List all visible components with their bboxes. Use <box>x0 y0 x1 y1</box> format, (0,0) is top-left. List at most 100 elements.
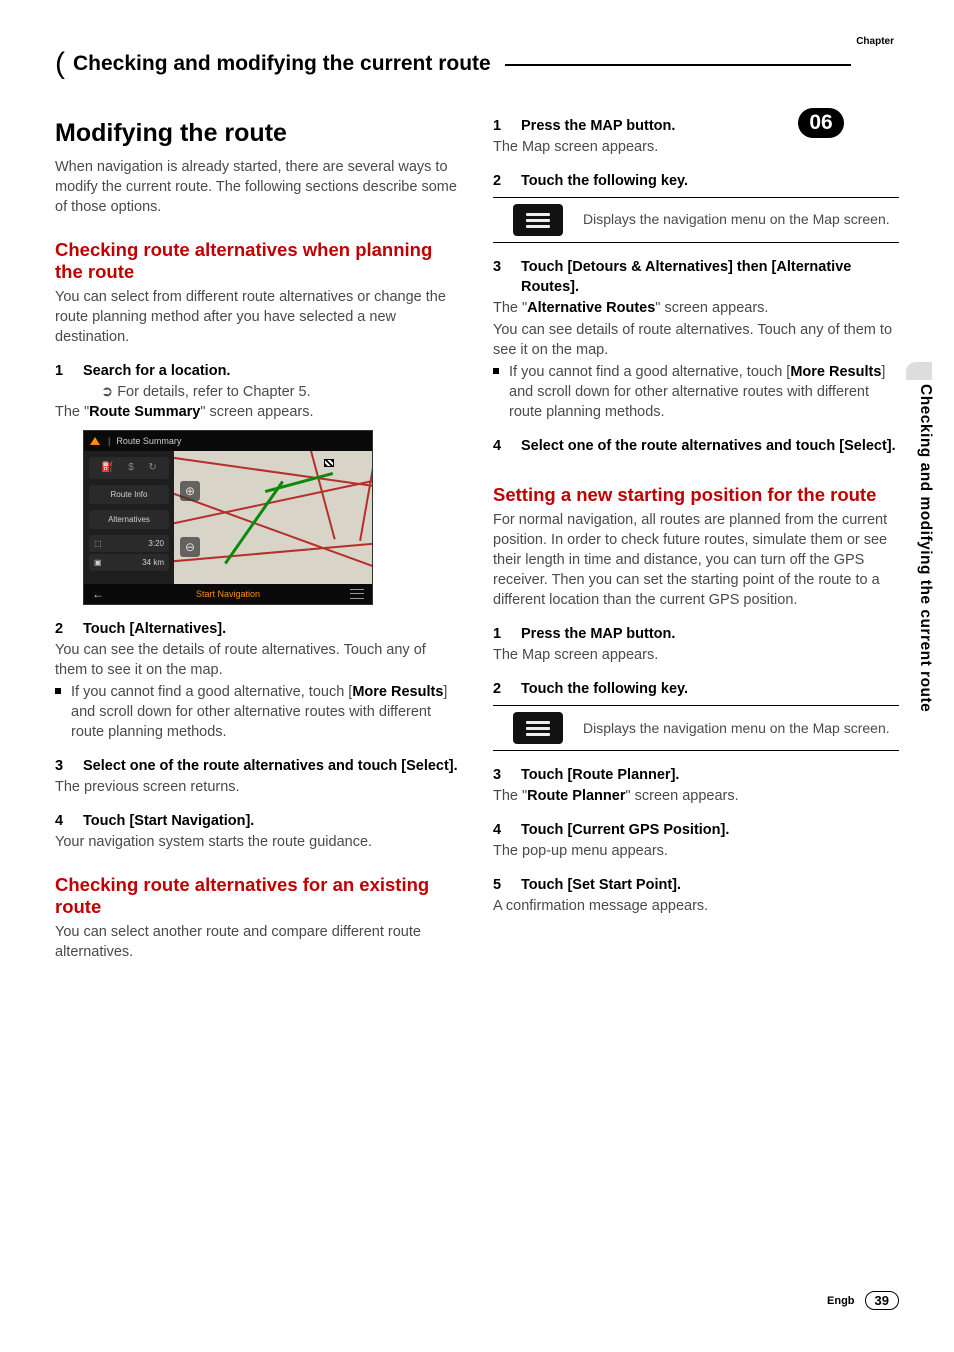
hamburger-menu-icon <box>513 204 563 236</box>
key-description: Displays the navigation menu on the Map … <box>583 719 899 738</box>
side-tab <box>906 362 932 380</box>
text-fragment: The " <box>55 404 89 420</box>
bullet-note: If you cannot find a good alternative, t… <box>55 682 461 742</box>
key-icon-cell <box>493 204 583 236</box>
text-fragment: If you cannot find a good alternative, t… <box>509 364 790 380</box>
step-2-text: Touch [Alternatives]. <box>83 619 226 639</box>
bullet-note: If you cannot find a good alternative, t… <box>493 362 899 422</box>
body-text: You can select from different route alte… <box>55 287 461 347</box>
screenshot-time: 3:20 <box>148 538 164 549</box>
footer-page-number: 39 <box>865 1291 899 1310</box>
body-text: The Map screen appears. <box>493 137 899 157</box>
screenshot-distance: 34 km <box>142 557 164 568</box>
step-4-text: Touch [Start Navigation]. <box>83 811 254 831</box>
step-3: 3Touch [Detours & Alternatives] then [Al… <box>493 257 899 297</box>
header-line <box>505 64 851 66</box>
body-text: The "Route Summary" screen appears. <box>55 402 461 422</box>
key-description: Displays the navigation menu on the Map … <box>583 210 899 229</box>
screen-name: Alternative Routes <box>527 300 655 316</box>
back-arrow-icon: ← <box>92 586 104 603</box>
screenshot-sidebar: ⛽$↻ Route Info Alternatives ⬚3:20 ▣34 km <box>84 451 174 584</box>
screenshot-title: Route Summary <box>116 435 181 447</box>
step-2: 2Touch [Alternatives]. <box>55 619 461 639</box>
body-text: The "Route Planner" screen appears. <box>493 786 899 806</box>
step-2: 2Touch the following key. <box>493 171 899 191</box>
body-text: The "Alternative Routes" screen appears. <box>493 298 899 318</box>
triangle-icon <box>90 437 100 445</box>
subsection-checking-alternatives-planning: Checking route alternatives when plannin… <box>55 239 461 283</box>
text-fragment: If you cannot find a good alternative, t… <box>71 684 352 700</box>
step-4: 4Touch [Start Navigation]. <box>55 811 461 831</box>
body-text: Your navigation system starts the route … <box>55 832 461 852</box>
screenshot-alternatives-button: Alternatives <box>89 510 169 529</box>
subsection-setting-starting-position: Setting a new starting position for the … <box>493 484 899 506</box>
body-text: The previous screen returns. <box>55 777 461 797</box>
text-fragment: The " <box>493 300 527 316</box>
step-1-text: Press the MAP button. <box>521 624 675 644</box>
key-description-row: Displays the navigation menu on the Map … <box>493 705 899 751</box>
step-3-text: Select one of the route alternatives and… <box>83 756 458 776</box>
body-text: The Map screen appears. <box>493 645 899 665</box>
route-summary-screenshot: | Route Summary ⛽$↻ Route Info Alternati… <box>83 430 373 605</box>
step-5: 5Touch [Set Start Point]. <box>493 875 899 895</box>
right-column: 1Press the MAP button. The Map screen ap… <box>493 116 899 964</box>
page-footer: Engb 39 <box>827 1291 899 1310</box>
step-1-text: Press the MAP button. <box>521 116 675 136</box>
body-text: You can see the details of route alterna… <box>55 640 461 680</box>
intro-text: When navigation is already started, ther… <box>55 157 461 217</box>
page-header: ( Checking and modifying the current rou… <box>55 50 899 78</box>
screen-name: Route Planner <box>527 788 625 804</box>
step-5-text: Touch [Set Start Point]. <box>521 875 681 895</box>
screenshot-stats2: ▣34 km <box>89 554 169 571</box>
step-1-subnote: ➲ For details, refer to Chapter 5. <box>55 382 461 402</box>
step-1: 1Search for a location. <box>55 361 461 381</box>
menu-icon <box>350 589 364 599</box>
screenshot-bottom-bar: ← Start Navigation <box>84 584 372 604</box>
header-open-bracket: ( <box>55 50 65 78</box>
step-3-text: Touch [Route Planner]. <box>521 765 679 785</box>
screenshot-map: ⊕ ⊖ <box>174 451 372 584</box>
section-heading-modifying-route: Modifying the route <box>55 116 461 151</box>
footer-language: Engb <box>827 1295 855 1307</box>
body-text: You can select another route and compare… <box>55 922 461 962</box>
chapter-label: Chapter <box>856 36 894 47</box>
body-text: A confirmation message appears. <box>493 896 899 916</box>
step-4-text: Touch [Current GPS Position]. <box>521 820 729 840</box>
text-fragment: The " <box>493 788 527 804</box>
reference-arrow-icon: ➲ <box>101 384 117 400</box>
left-column: Modifying the route When navigation is a… <box>55 116 461 964</box>
screenshot-stats: ⬚3:20 <box>89 535 169 552</box>
page-title: Checking and modifying the current route <box>67 52 497 76</box>
screenshot-start-nav: Start Navigation <box>196 588 260 600</box>
body-text: The pop-up menu appears. <box>493 841 899 861</box>
chapter-number-badge: 06 <box>798 108 844 138</box>
subsection-checking-alternatives-existing: Checking route alternatives for an exist… <box>55 874 461 918</box>
button-name: More Results <box>352 684 443 700</box>
step-1-subnote-text: For details, refer to Chapter 5. <box>117 384 310 400</box>
body-text: For normal navigation, all routes are pl… <box>493 510 899 610</box>
text-fragment: " screen appears. <box>625 788 738 804</box>
zoom-out-icon: ⊖ <box>180 537 200 557</box>
step-3: 3Select one of the route alternatives an… <box>55 756 461 776</box>
step-3-text: Touch [Detours & Alternatives] then [Alt… <box>521 257 899 297</box>
text-fragment: " screen appears. <box>200 404 313 420</box>
screenshot-route-info-button: Route Info <box>89 485 169 504</box>
step-4: 4Touch [Current GPS Position]. <box>493 820 899 840</box>
step-2-text: Touch the following key. <box>521 171 688 191</box>
screenshot-titlebar: | Route Summary <box>84 431 372 451</box>
key-description-row: Displays the navigation menu on the Map … <box>493 197 899 243</box>
step-2-text: Touch the following key. <box>521 679 688 699</box>
step-4: 4Select one of the route alternatives an… <box>493 436 899 456</box>
screenshot-icon-row: ⛽$↻ <box>89 457 169 479</box>
key-icon-cell <box>493 712 583 744</box>
destination-flag-icon <box>324 459 334 467</box>
body-text: You can see details of route alternative… <box>493 320 899 360</box>
step-1: 1Press the MAP button. <box>493 624 899 644</box>
step-2: 2Touch the following key. <box>493 679 899 699</box>
screen-name: Route Summary <box>89 404 200 420</box>
button-name: More Results <box>790 364 881 380</box>
hamburger-menu-icon <box>513 712 563 744</box>
zoom-in-icon: ⊕ <box>180 481 200 501</box>
text-fragment: " screen appears. <box>655 300 768 316</box>
side-section-label: Checking and modifying the current route <box>916 384 934 712</box>
